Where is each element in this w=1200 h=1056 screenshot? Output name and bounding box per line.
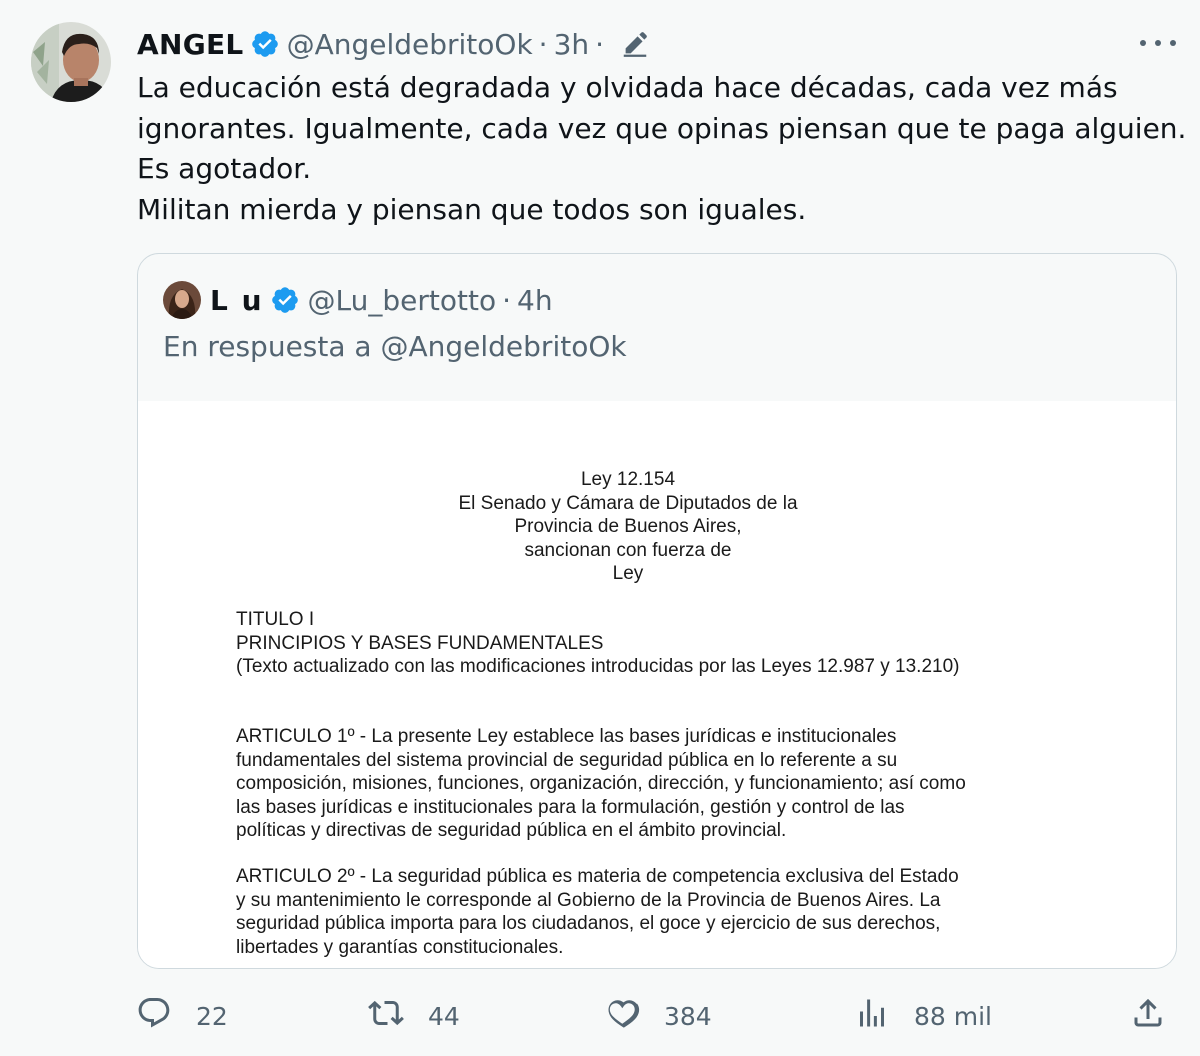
views-icon bbox=[854, 995, 890, 1037]
like-button[interactable]: 384 bbox=[604, 992, 712, 1040]
tweet-timestamp[interactable]: 3h bbox=[554, 28, 590, 61]
quoted-tweet-card[interactable]: L u @Lu_bertotto · 4h En respuesta a @An… bbox=[137, 253, 1177, 969]
separator-dot: · bbox=[538, 27, 548, 61]
document-article-line: ARTICULO 2º - La seguridad pública es ma… bbox=[236, 866, 959, 887]
views-count: 88 mil bbox=[914, 1001, 993, 1031]
share-button[interactable] bbox=[1130, 992, 1166, 1040]
verified-badge-icon[interactable] bbox=[270, 285, 300, 315]
tweet-text-line: Es agotador. bbox=[137, 152, 312, 185]
quoted-author-name[interactable]: L u bbox=[210, 284, 264, 317]
tweet-header: ANGEL @AngeldebritoOk · 3h · bbox=[137, 25, 650, 63]
separator-dot: · bbox=[502, 283, 511, 317]
views-button[interactable]: 88 mil bbox=[854, 992, 992, 1040]
quoted-author-handle[interactable]: @Lu_bertotto bbox=[308, 284, 497, 317]
document-article-line: fundamentales del sistema provincial de … bbox=[236, 749, 898, 771]
more-dot bbox=[1140, 40, 1146, 46]
share-icon bbox=[1130, 995, 1166, 1037]
more-options-icon[interactable] bbox=[1140, 34, 1176, 52]
document-article-line: y su mantenimiento le corresponde al Gob… bbox=[236, 889, 941, 911]
tweet-text-line: Militan mierda y piensan que todos son i… bbox=[137, 192, 807, 226]
document-heading-line: Provincia de Buenos Aires, bbox=[514, 516, 742, 537]
more-dot bbox=[1170, 40, 1176, 46]
document-article-1: ARTICULO 1º - La presente Ley establece … bbox=[236, 725, 1036, 843]
retweet-button[interactable]: 44 bbox=[368, 992, 460, 1040]
document-article-line: ARTICULO 1º - La presente Ley establece … bbox=[236, 726, 897, 747]
document-heading-line: Ley bbox=[612, 563, 644, 584]
edit-pencil-icon[interactable] bbox=[620, 29, 650, 59]
retweet-icon bbox=[368, 995, 404, 1037]
reply-context[interactable]: En respuesta a @AngeldebritoOk bbox=[163, 330, 627, 363]
reply-icon bbox=[136, 995, 172, 1037]
document-title-block: TITULO I PRINCIPIOS Y BASES FUNDAMENTALE… bbox=[236, 608, 1036, 679]
document-title-line: PRINCIPIOS Y BASES FUNDAMENTALES bbox=[236, 632, 604, 654]
document-article-line: libertades y garantías constitucionales. bbox=[236, 936, 564, 958]
separator-dot: · bbox=[595, 27, 605, 61]
action-bar: 22 44 384 88 mil bbox=[0, 992, 1200, 1040]
document-heading-line: El Senado y Cámara de Diputados de la bbox=[458, 492, 798, 514]
document-heading-line: Ley 12.154 bbox=[580, 469, 676, 490]
tweet: ANGEL @AngeldebritoOk · 3h · La educació… bbox=[0, 0, 1200, 1056]
tweet-text: La educación está degradada y olvidada h… bbox=[137, 68, 1187, 230]
document-article-2: ARTICULO 2º - La seguridad pública es ma… bbox=[236, 865, 1036, 959]
verified-badge-icon[interactable] bbox=[250, 29, 280, 59]
like-count: 384 bbox=[664, 1001, 712, 1031]
reply-count: 22 bbox=[196, 1001, 228, 1031]
author-handle[interactable]: @AngeldebritoOk bbox=[287, 28, 533, 61]
reply-button[interactable]: 22 bbox=[136, 992, 228, 1040]
document-heading: Ley 12.154 El Senado y Cámara de Diputad… bbox=[138, 468, 1118, 586]
document-article-line: las bases jurídicas e institucionales pa… bbox=[236, 796, 905, 818]
quoted-author-avatar[interactable] bbox=[163, 281, 201, 319]
document-title-line: (Texto actualizado con las modificacione… bbox=[236, 656, 960, 677]
more-dot bbox=[1155, 40, 1161, 46]
quoted-tweet-timestamp[interactable]: 4h bbox=[517, 284, 553, 317]
document-article-line: seguridad pública importa para los ciuda… bbox=[236, 913, 941, 934]
tweet-text-line: ignorantes. Igualmente, cada vez que opi… bbox=[137, 111, 1187, 145]
document-article-line: composición, misiones, funciones, organi… bbox=[236, 773, 966, 794]
author-avatar[interactable] bbox=[31, 22, 111, 102]
retweet-count: 44 bbox=[428, 1001, 460, 1031]
tweet-text-line: La educación está degradada y olvidada h… bbox=[137, 71, 1118, 104]
like-icon bbox=[604, 995, 640, 1037]
quoted-tweet-header: L u @Lu_bertotto · 4h bbox=[163, 281, 553, 319]
document-article-line: políticas y directivas de seguridad públ… bbox=[236, 820, 787, 841]
document-heading-line: sancionan con fuerza de bbox=[524, 539, 732, 561]
document-title-line: TITULO I bbox=[236, 609, 315, 630]
author-name[interactable]: ANGEL bbox=[137, 28, 244, 61]
quoted-document-image[interactable]: Ley 12.154 El Senado y Cámara de Diputad… bbox=[138, 401, 1176, 968]
